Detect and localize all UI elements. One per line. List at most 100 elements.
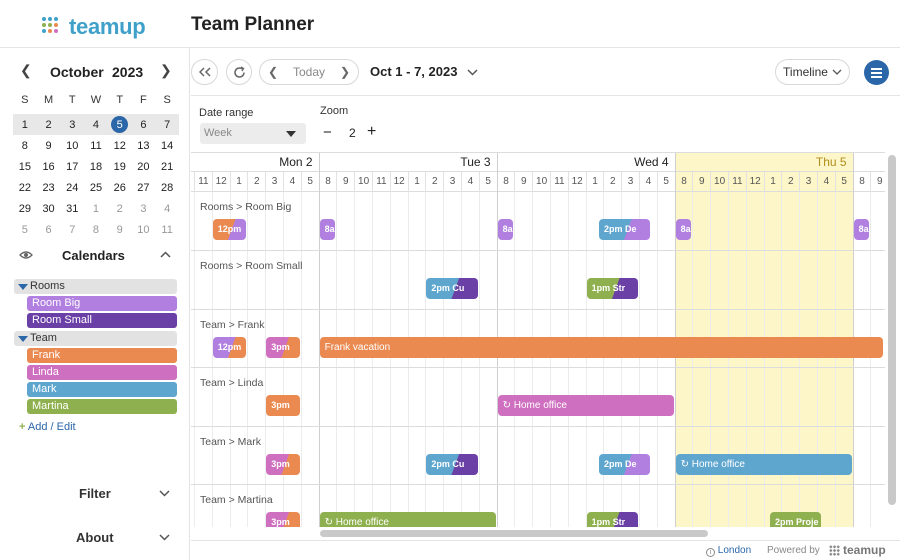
- collapse-sidebar-button[interactable]: [191, 59, 218, 85]
- eye-icon[interactable]: [19, 250, 33, 260]
- event-bar[interactable]: ↻ Home office: [319, 512, 496, 527]
- event-bar[interactable]: 2pm De: [599, 219, 651, 240]
- event-bar[interactable]: 8am: [853, 219, 870, 240]
- mini-calendar-day[interactable]: 2: [36, 114, 61, 135]
- mini-calendar-month[interactable]: October: [50, 64, 104, 80]
- mini-calendar-day[interactable]: 10: [60, 135, 84, 156]
- mini-calendar-day[interactable]: 1: [84, 198, 108, 219]
- mini-calendar-day[interactable]: 1: [13, 114, 37, 135]
- mini-calendar-day[interactable]: 27: [132, 177, 156, 198]
- mini-calendar-day[interactable]: 25: [84, 177, 108, 198]
- event-bar[interactable]: 2pm De: [599, 454, 651, 475]
- event-bar[interactable]: 1pm Str: [586, 278, 638, 299]
- mini-calendar-day[interactable]: 19: [108, 156, 132, 177]
- event-bar[interactable]: 1pm Str: [586, 512, 638, 527]
- event-bar[interactable]: 3pm: [266, 512, 300, 527]
- zoom-in-button[interactable]: +: [367, 123, 376, 141]
- mini-calendar-day[interactable]: 29: [13, 198, 37, 219]
- event-bar[interactable]: 2pm Cu: [426, 278, 478, 299]
- calendar-item-linda[interactable]: Linda: [27, 365, 177, 380]
- mini-calendar-day[interactable]: 5: [107, 114, 132, 135]
- mini-calendar-day[interactable]: 12: [108, 135, 132, 156]
- mini-calendar-year[interactable]: 2023: [112, 64, 143, 80]
- mini-calendar-day[interactable]: 2: [108, 198, 132, 219]
- refresh-button[interactable]: [226, 59, 252, 85]
- event-bar[interactable]: ↻ Home office: [675, 454, 852, 475]
- mini-calendar-day[interactable]: 18: [84, 156, 108, 177]
- timezone-link[interactable]: i London: [706, 545, 751, 557]
- vertical-scrollbar[interactable]: [888, 155, 896, 505]
- mini-calendar-day[interactable]: 3: [60, 114, 85, 135]
- day-label[interactable]: Mon 2: [233, 155, 312, 169]
- horizontal-scrollbar[interactable]: [320, 530, 708, 537]
- mini-calendar-day[interactable]: 8: [13, 135, 37, 156]
- next-month-icon[interactable]: ❯: [160, 62, 172, 79]
- mini-calendar-day[interactable]: 9: [108, 219, 132, 240]
- event-bar[interactable]: ↻ Home office: [497, 395, 674, 416]
- mini-calendar-day[interactable]: 31: [60, 198, 84, 219]
- mini-calendar-day[interactable]: 22: [13, 177, 37, 198]
- mini-calendar-day[interactable]: 30: [37, 198, 61, 219]
- mini-calendar-day[interactable]: 11: [155, 219, 179, 240]
- calendar-item-mark[interactable]: Mark: [27, 382, 177, 397]
- mini-calendar-day[interactable]: 21: [155, 156, 179, 177]
- event-bar[interactable]: 3pm: [266, 454, 300, 475]
- prev-week-icon[interactable]: ❮: [268, 65, 278, 79]
- mini-calendar-day[interactable]: 10: [132, 219, 156, 240]
- day-label[interactable]: Tue 3: [411, 155, 490, 169]
- event-bar[interactable]: 2pm Cu: [426, 454, 478, 475]
- add-edit-calendars-link[interactable]: + Add / Edit: [19, 421, 76, 433]
- calendar-item-frank[interactable]: Frank: [27, 348, 177, 363]
- prev-month-icon[interactable]: ❮: [20, 62, 32, 79]
- mini-calendar-day[interactable]: 15: [13, 156, 37, 177]
- event-bar[interactable]: 8am: [319, 219, 336, 240]
- mini-calendar-day[interactable]: 16: [37, 156, 61, 177]
- mini-calendar-day[interactable]: 8: [84, 219, 108, 240]
- view-selector[interactable]: Timeline: [775, 59, 850, 85]
- event-bar[interactable]: 3pm: [266, 395, 300, 416]
- event-bar[interactable]: 12pm: [212, 337, 247, 358]
- mini-calendar-day[interactable]: 11: [84, 135, 108, 156]
- footer-brand[interactable]: teamup: [829, 543, 886, 557]
- mini-calendar-day[interactable]: 4: [155, 198, 179, 219]
- next-week-icon[interactable]: ❯: [340, 65, 350, 79]
- calendar-item-room-big[interactable]: Room Big: [27, 296, 177, 311]
- mini-calendar-day[interactable]: 20: [132, 156, 156, 177]
- mini-calendar-day[interactable]: 13: [132, 135, 156, 156]
- day-label[interactable]: Thu 5: [767, 155, 847, 169]
- mini-calendar-day[interactable]: 5: [13, 219, 37, 240]
- today-button[interactable]: Today: [293, 65, 325, 79]
- event-bar[interactable]: 8am: [497, 219, 514, 240]
- mini-calendar-day[interactable]: 6: [131, 114, 156, 135]
- logo[interactable]: teamup: [42, 14, 146, 40]
- mini-calendar-day[interactable]: 7: [60, 219, 84, 240]
- event-bar[interactable]: 12pm: [212, 219, 247, 240]
- calendar-item-martina[interactable]: Martina: [27, 399, 177, 414]
- date-range-dropdown[interactable]: Oct 1 - 7, 2023: [370, 64, 478, 79]
- mini-calendar-day[interactable]: 4: [84, 114, 108, 135]
- mini-calendar-day[interactable]: 7: [155, 114, 179, 135]
- zoom-out-button[interactable]: −: [323, 124, 332, 141]
- mini-calendar-day[interactable]: 9: [37, 135, 61, 156]
- mini-calendar-day[interactable]: 14: [155, 135, 179, 156]
- event-bar[interactable]: 3pm: [266, 337, 300, 358]
- calendar-group-rooms[interactable]: Rooms: [14, 279, 177, 294]
- calendars-header[interactable]: Calendars: [14, 246, 180, 266]
- event-bar[interactable]: 8am: [675, 219, 692, 240]
- event-bar[interactable]: Frank vacation: [319, 337, 883, 358]
- mini-calendar-day[interactable]: 28: [155, 177, 179, 198]
- chevron-up-icon[interactable]: [160, 251, 171, 258]
- mini-calendar-day[interactable]: 6: [37, 219, 61, 240]
- date-range-select[interactable]: Week: [200, 123, 306, 144]
- mini-calendar-day[interactable]: 17: [60, 156, 84, 177]
- day-label[interactable]: Wed 4: [589, 155, 668, 169]
- chevron-down-icon[interactable]: [159, 534, 170, 541]
- chevron-down-icon[interactable]: [159, 490, 170, 497]
- mini-calendar-day[interactable]: 24: [60, 177, 84, 198]
- mini-calendar-day[interactable]: 26: [108, 177, 132, 198]
- mini-calendar-day[interactable]: 23: [37, 177, 61, 198]
- calendar-item-room-small[interactable]: Room Small: [27, 313, 177, 328]
- event-bar[interactable]: 2pm Proje: [769, 512, 822, 527]
- mini-calendar-day[interactable]: 3: [132, 198, 156, 219]
- menu-button[interactable]: [864, 60, 889, 85]
